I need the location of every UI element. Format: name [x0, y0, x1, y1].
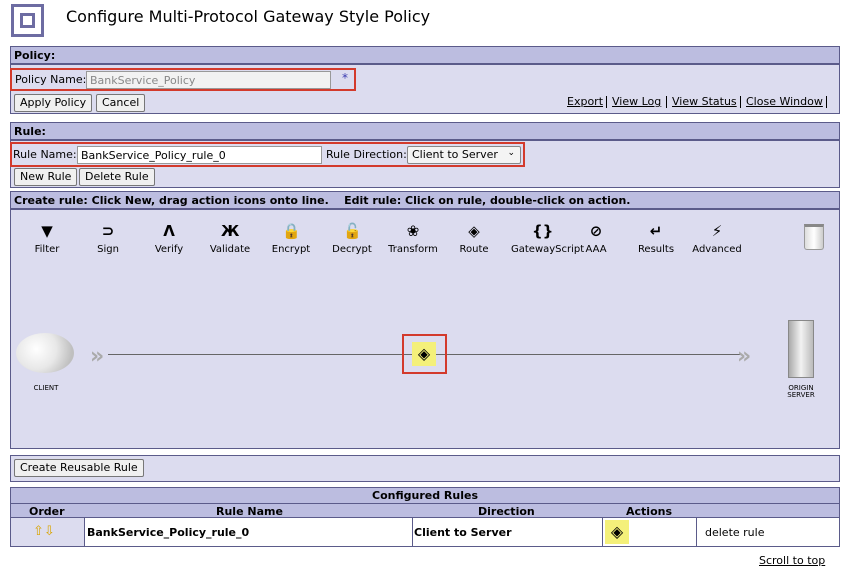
- action-validate[interactable]: Ж Validate: [200, 222, 260, 255]
- action-label: Decrypt: [332, 244, 372, 255]
- page-title: Configure Multi-Protocol Gateway Style P…: [66, 7, 431, 26]
- action-label: Sign: [97, 244, 119, 255]
- configured-rules-title: Configured Rules: [11, 488, 839, 504]
- export-link[interactable]: Export: [567, 95, 603, 108]
- action-label: Filter: [34, 244, 60, 255]
- row-direction: Client to Server: [414, 526, 512, 539]
- policy-name-input[interactable]: [86, 71, 331, 89]
- verify-icon: Ʌ: [163, 222, 175, 240]
- rule-direction-value: Client to Server: [412, 148, 498, 161]
- action-aaa[interactable]: ⊘ AAA: [566, 222, 626, 255]
- col-actions-header: Actions: [626, 505, 672, 518]
- action-label: Encrypt: [271, 244, 311, 255]
- col-direction-header: Direction: [478, 505, 535, 518]
- flow-start-icon: »: [90, 344, 105, 369]
- new-rule-button[interactable]: New Rule: [14, 168, 78, 186]
- chevron-down-icon: ⌄: [507, 148, 515, 158]
- cancel-button[interactable]: Cancel: [96, 94, 146, 112]
- action-transform[interactable]: ❀ Transform: [383, 222, 443, 255]
- transform-icon: ❀: [406, 222, 420, 240]
- decrypt-icon: 🔓: [343, 222, 362, 240]
- action-route[interactable]: ◈ Route: [444, 222, 504, 255]
- close-window-link[interactable]: Close Window: [746, 95, 823, 108]
- action-label: Transform: [388, 244, 438, 255]
- col-order-header: Order: [29, 505, 65, 518]
- scroll-to-top-link[interactable]: Scroll to top: [759, 554, 825, 567]
- server-label-server: SERVER: [787, 391, 815, 399]
- action-decrypt[interactable]: 🔓 Decrypt: [322, 222, 382, 255]
- action-label: Validate: [209, 244, 251, 255]
- aaa-icon: ⊘: [589, 222, 603, 240]
- link-separator: [826, 96, 827, 108]
- link-separator: [666, 96, 667, 108]
- reorder-arrows-icon[interactable]: ⇧⇩: [33, 524, 55, 539]
- required-marker: *: [342, 71, 348, 85]
- rule-direction-label: Rule Direction:: [326, 148, 407, 161]
- delete-rule-button[interactable]: Delete Rule: [79, 168, 155, 186]
- apply-policy-button[interactable]: Apply Policy: [14, 94, 93, 112]
- action-label: AAA: [585, 244, 607, 255]
- action-label: Results: [637, 244, 675, 255]
- flow-end-icon: »: [737, 344, 752, 369]
- rule-section-header: Rule:: [10, 122, 840, 140]
- table-row[interactable]: ⇧⇩ BankService_Policy_rule_0 Client to S…: [11, 518, 839, 546]
- action-advanced[interactable]: ⚡ Advanced: [687, 222, 747, 255]
- app-logo: [11, 4, 44, 37]
- policy-name-label: Policy Name:: [15, 73, 87, 86]
- validate-icon: Ж: [221, 222, 240, 240]
- origin-server-icon: [788, 320, 814, 378]
- rule-name-input[interactable]: [77, 146, 322, 164]
- action-label: Route: [459, 244, 489, 255]
- trash-icon[interactable]: [804, 224, 824, 250]
- row-rule-name[interactable]: BankService_Policy_rule_0: [87, 526, 249, 539]
- action-verify[interactable]: Ʌ Verify: [139, 222, 199, 255]
- action-gatewayscript[interactable]: {} GatewayScript: [511, 222, 584, 255]
- policy-section-header: Policy:: [10, 46, 840, 64]
- client-cloud-icon: [16, 333, 74, 373]
- rule-direction-select[interactable]: Client to Server ⌄: [407, 146, 521, 164]
- link-separator: [740, 96, 741, 108]
- match-action-icon[interactable]: ◈: [412, 342, 436, 366]
- action-results[interactable]: ↵ Results: [626, 222, 686, 255]
- delete-rule-link[interactable]: delete rule: [705, 526, 764, 539]
- action-sign[interactable]: ⊃ Sign: [78, 222, 138, 255]
- row-match-action-icon[interactable]: ◈: [605, 520, 629, 544]
- rule-name-label: Rule Name:: [13, 148, 77, 161]
- advanced-icon: ⚡: [711, 222, 723, 240]
- action-encrypt[interactable]: 🔒 Encrypt: [261, 222, 321, 255]
- action-filter[interactable]: ▼ Filter: [17, 222, 77, 255]
- create-reusable-rule-button[interactable]: Create Reusable Rule: [14, 459, 144, 477]
- gatewayscript-icon: {}: [532, 222, 554, 240]
- action-label: Verify: [154, 244, 184, 255]
- canvas-instructions: Create rule: Click New, drag action icon…: [10, 191, 840, 209]
- filter-icon: ▼: [41, 222, 53, 240]
- client-label: CLIENT: [33, 384, 59, 392]
- encrypt-icon: 🔒: [282, 222, 301, 240]
- link-separator: [606, 96, 607, 108]
- action-label: Advanced: [692, 244, 742, 255]
- col-rule-name-header: Rule Name: [216, 505, 283, 518]
- results-icon: ↵: [649, 222, 663, 240]
- route-icon: ◈: [468, 222, 480, 240]
- sign-icon: ⊃: [101, 222, 115, 240]
- view-status-link[interactable]: View Status: [672, 95, 737, 108]
- view-log-link[interactable]: View Log: [612, 95, 661, 108]
- configured-rules-table: Configured Rules Order Rule Name Directi…: [10, 487, 840, 547]
